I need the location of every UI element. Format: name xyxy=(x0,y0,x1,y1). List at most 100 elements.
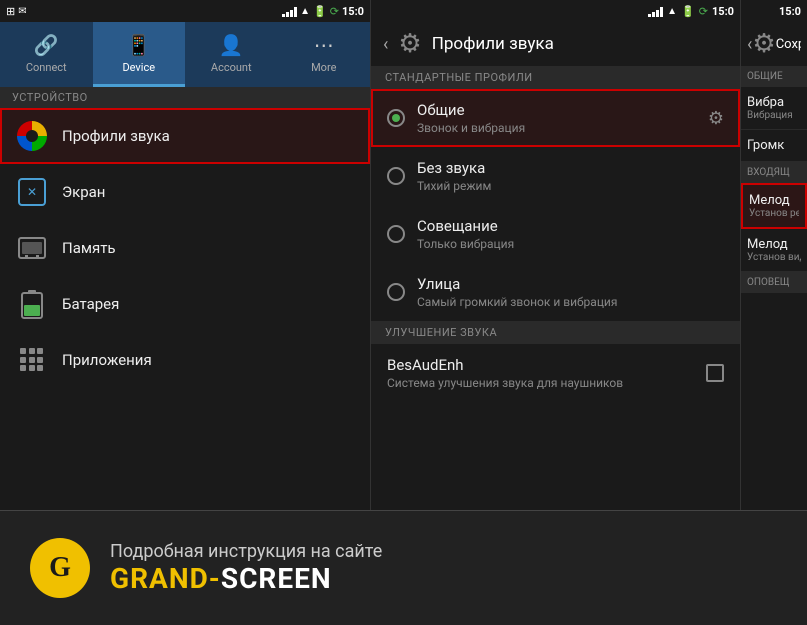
menu-item-screen[interactable]: Экран xyxy=(0,164,370,220)
status-time-2: 15:0 xyxy=(712,5,734,18)
enhance-name: BesAudEnh xyxy=(387,356,694,374)
tab-more-label: More xyxy=(311,61,336,74)
status-bar-panel1: ⊞ ✉ ▲ 🔋 ⟳ 15:0 xyxy=(0,0,370,22)
profile-general-text: Общие Звонок и вибрация xyxy=(417,101,696,135)
panel3-item-melody2[interactable]: Мелод Установ видеов xyxy=(741,229,807,272)
radio-inner-general xyxy=(392,114,400,122)
profile-street-desc: Самый громкий звонок и вибрация xyxy=(417,295,724,309)
profile-item-street[interactable]: Улица Самый громкий звонок и вибрация xyxy=(371,263,740,321)
menu-item-memory[interactable]: Память xyxy=(0,220,370,276)
panel2-title: Профили звука xyxy=(432,34,554,54)
tab-connect-label: Connect xyxy=(26,61,67,74)
vibra-desc: Вибрация xyxy=(747,110,801,121)
melody2-desc: Установ видеов xyxy=(747,252,801,263)
standard-profiles-header: СТАНДАРТНЫЕ ПРОФИЛИ xyxy=(371,66,740,89)
banner-brand-title: GRAND-SCREEN xyxy=(110,562,382,595)
profile-silent-text: Без звука Тихий режим xyxy=(417,159,724,193)
panel3-incoming-section: ВХОДЯЩ xyxy=(741,162,807,183)
back-arrow-icon[interactable]: ‹ xyxy=(383,34,388,55)
profile-meeting-name: Совещание xyxy=(417,217,724,235)
profile-item-general[interactable]: Общие Звонок и вибрация ⚙ xyxy=(371,89,740,147)
memory-icon xyxy=(16,232,48,264)
panel3-notif-section: ОПОВЕЩ xyxy=(741,272,807,293)
menu-item-battery[interactable]: Батарея xyxy=(0,276,370,332)
android-icon: ⊞ xyxy=(6,5,15,18)
grand-screen-banner: G Подробная инструкция на сайте GRAND-SC… xyxy=(0,510,807,625)
grand-logo-letter: G xyxy=(49,552,71,584)
panel3-general-section: ОБЩИЕ xyxy=(741,66,807,87)
radio-meeting xyxy=(387,225,405,243)
panel-detail: 15:0 ‹ ⚙ Сохр ОБЩИЕ Вибра Вибрация Громк… xyxy=(740,0,807,510)
melody1-desc: Установ речевых xyxy=(749,208,799,219)
enhance-item[interactable]: BesAudEnh Система улучшения звука для на… xyxy=(371,344,740,402)
status-icons-left: ⊞ ✉ xyxy=(6,5,27,18)
sound-gear-icon: ⚙ xyxy=(398,29,421,59)
status-icons-right: ▲ 🔋 ⟳ 15:0 xyxy=(282,5,364,18)
sync-icon: ⟳ xyxy=(330,5,339,18)
panel3-header: ‹ ⚙ Сохр xyxy=(741,22,807,66)
panel3-title: Сохр xyxy=(776,37,801,52)
wifi-icon-p2: ▲ xyxy=(667,6,677,17)
brand-suffix: SCREEN xyxy=(221,562,332,595)
more-icon: ⋯ xyxy=(314,33,334,57)
enhance-text: BesAudEnh Система улучшения звука для на… xyxy=(387,356,694,390)
sound-profile-icon xyxy=(16,120,48,152)
bar3 xyxy=(290,10,293,17)
melody2-title: Мелод xyxy=(747,237,801,252)
tab-bar: 🔗 Connect 📱 Device 👤 Account ⋯ More xyxy=(0,22,370,87)
enhance-checkbox[interactable] xyxy=(706,364,724,382)
menu-apps-label: Приложения xyxy=(62,351,152,369)
status-time-3: 15:0 xyxy=(779,5,801,18)
profile-silent-desc: Тихий режим xyxy=(417,179,724,193)
menu-battery-label: Батарея xyxy=(62,295,119,313)
menu-item-sound[interactable]: Профили звука xyxy=(0,108,370,164)
tab-device[interactable]: 📱 Device xyxy=(93,22,186,87)
profile-street-text: Улица Самый громкий звонок и вибрация xyxy=(417,275,724,309)
sync-icon-p2: ⟳ xyxy=(699,5,708,18)
profile-item-meeting[interactable]: Совещание Только вибрация xyxy=(371,205,740,263)
status-time-1: 15:0 xyxy=(342,5,364,18)
device-icon: 📱 xyxy=(126,33,151,57)
notification-icon: ✉ xyxy=(18,6,26,17)
panel-sound-profiles: ▲ 🔋 ⟳ 15:0 ‹ ⚙ Профили звука СТАНДАРТНЫЕ… xyxy=(370,0,740,510)
profile-street-name: Улица xyxy=(417,275,724,293)
tab-connect[interactable]: 🔗 Connect xyxy=(0,22,93,87)
panel3-item-volume[interactable]: Громк xyxy=(741,130,807,162)
menu-memory-label: Память xyxy=(62,239,116,257)
menu-screen-label: Экран xyxy=(62,183,105,201)
apps-icon xyxy=(16,344,48,376)
bar4 xyxy=(294,7,297,17)
device-menu-list: Профили звука Экран Память xyxy=(0,108,370,510)
banner-text-block: Подробная инструкция на сайте GRAND-SCRE… xyxy=(110,541,382,595)
grand-logo: G xyxy=(30,538,90,598)
brand-prefix: GRAND- xyxy=(110,562,221,595)
menu-item-apps[interactable]: Приложения xyxy=(0,332,370,388)
bar2 xyxy=(286,12,289,17)
tab-account-label: Account xyxy=(211,61,252,74)
panel3-item-melody1[interactable]: Мелод Установ речевых xyxy=(741,183,807,229)
sound-enhance-header: УЛУЧШЕНИЕ ЗВУКА xyxy=(371,321,740,344)
device-section-header: УСТРОЙСТВО xyxy=(0,87,370,108)
profile-item-silent[interactable]: Без звука Тихий режим xyxy=(371,147,740,205)
panel2-header: ‹ ⚙ Профили звука xyxy=(371,22,740,66)
profile-general-desc: Звонок и вибрация xyxy=(417,121,696,135)
banner-subtitle: Подробная инструкция на сайте xyxy=(110,541,382,562)
radio-general xyxy=(387,109,405,127)
signal-bars-p2 xyxy=(648,5,663,17)
profile-meeting-desc: Только вибрация xyxy=(417,237,724,251)
profile-meeting-text: Совещание Только вибрация xyxy=(417,217,724,251)
battery-icon: 🔋 xyxy=(313,5,327,18)
panel3-item-vibra[interactable]: Вибра Вибрация xyxy=(741,87,807,130)
signal-bars xyxy=(282,5,297,17)
radio-silent xyxy=(387,167,405,185)
profile-general-gear-icon[interactable]: ⚙ xyxy=(708,108,724,129)
panel-device: ⊞ ✉ ▲ 🔋 ⟳ 15:0 🔗 Connect xyxy=(0,0,370,510)
volume-title: Громк xyxy=(747,138,801,153)
vibra-title: Вибра xyxy=(747,95,801,110)
tab-device-label: Device xyxy=(122,61,155,74)
tab-more[interactable]: ⋯ More xyxy=(278,22,371,87)
panel3-gear-icon: ⚙ xyxy=(752,29,775,59)
tab-account[interactable]: 👤 Account xyxy=(185,22,278,87)
menu-sound-label: Профили звука xyxy=(62,127,170,145)
status-bar-panel3: 15:0 xyxy=(741,0,807,22)
